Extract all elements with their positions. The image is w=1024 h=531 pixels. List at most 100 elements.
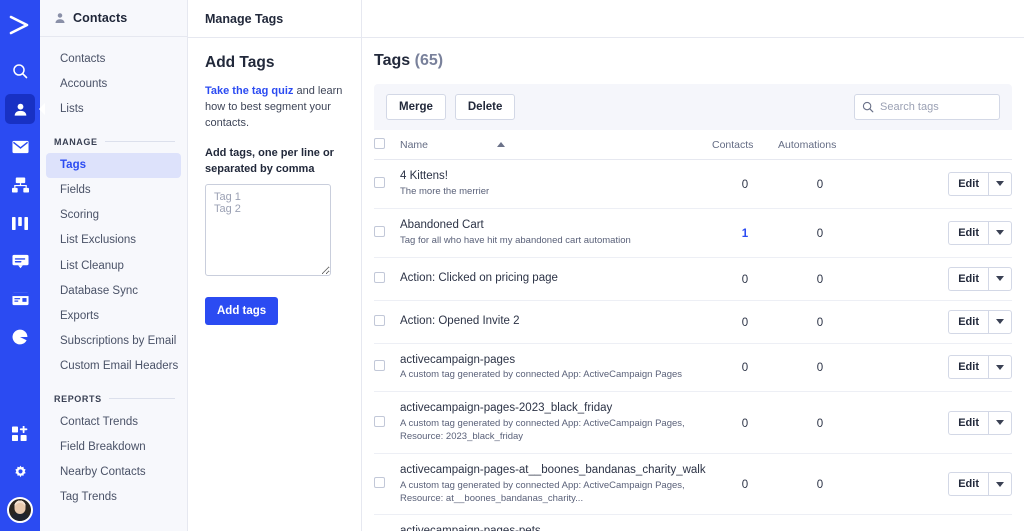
table-row[interactable]: activecampaign-pages-2023_black_friday A … [374,392,1012,454]
sidebar-item-contact-trends[interactable]: Contact Trends [46,410,181,435]
table-row[interactable]: 4 Kittens!The more the merrier00Edit [374,160,1012,209]
tag-name[interactable]: Abandoned Cart [400,218,712,233]
tag-name[interactable]: activecampaign-pages [400,353,712,368]
edit-button[interactable]: Edit [948,172,988,196]
contacts-count-cell: 0 [712,257,778,300]
reports-icon[interactable] [5,322,35,352]
merge-button[interactable]: Merge [386,94,446,120]
edit-button[interactable]: Edit [948,310,988,334]
edit-split-button: Edit [948,310,1012,334]
sidebar-item-field-breakdown[interactable]: Field Breakdown [46,435,181,460]
contacts-person-icon [54,12,66,24]
tags-input-textarea[interactable] [205,184,331,276]
sidebar-item-database-sync[interactable]: Database Sync [46,279,181,304]
edit-dropdown-button[interactable] [988,267,1012,291]
row-checkbox[interactable] [374,177,385,188]
automations-count-cell: 0 [778,453,862,515]
tags-table-wrapper: Name Contacts Automations 4 Kittens!The … [374,130,1012,531]
activecampaign-logo-icon[interactable] [0,8,40,42]
contacts-count: 0 [742,179,748,191]
row-checkbox[interactable] [374,272,385,283]
contacts-icon[interactable] [5,94,35,124]
edit-dropdown-button[interactable] [988,221,1012,245]
sidebar-item-exports[interactable]: Exports [46,304,181,329]
tag-name-cell: activecampaign-pages-petsA custom tag ge… [400,515,712,531]
column-header-name[interactable]: Name [400,130,712,160]
automations-count: 0 [817,317,823,329]
table-row[interactable]: activecampaign-pages-petsA custom tag ge… [374,515,1012,531]
edit-dropdown-button[interactable] [988,172,1012,196]
sort-ascending-icon[interactable] [497,142,505,147]
search-icon[interactable] [5,56,35,86]
edit-dropdown-button[interactable] [988,310,1012,334]
apps-add-icon[interactable] [5,419,35,449]
row-checkbox[interactable] [374,315,385,326]
tag-name[interactable]: Action: Opened Invite 2 [400,314,712,329]
sidebar-item-nearby-contacts[interactable]: Nearby Contacts [46,460,181,485]
chevron-down-icon [996,181,1004,186]
select-all-checkbox[interactable] [374,138,385,149]
sidebar-item-lists[interactable]: Lists [46,97,181,122]
column-header-contacts[interactable]: Contacts [712,130,778,160]
sidebar-item-tag-trends[interactable]: Tag Trends [46,485,181,510]
row-checkbox[interactable] [374,477,385,488]
sidebar-item-fields[interactable]: Fields [46,178,181,203]
sidebar-item-list-exclusions[interactable]: List Exclusions [46,228,181,253]
automations-count: 0 [817,479,823,491]
chevron-down-icon [996,230,1004,235]
edit-dropdown-button[interactable] [988,355,1012,379]
row-checkbox[interactable] [374,226,385,237]
add-tags-button[interactable]: Add tags [205,297,278,325]
table-row[interactable]: Action: Opened Invite 200Edit [374,300,1012,343]
sidebar-item-accounts[interactable]: Accounts [46,72,181,97]
sidebar-item-custom-email-headers[interactable]: Custom Email Headers [46,354,181,379]
row-checkbox[interactable] [374,416,385,427]
main-topbar-spacer [362,0,1024,37]
tag-name[interactable]: activecampaign-pages-pets [400,524,712,531]
chevron-down-icon [996,276,1004,281]
conversations-icon[interactable] [5,246,35,276]
delete-button[interactable]: Delete [455,94,516,120]
row-actions-cell: Edit [862,300,1012,343]
edit-button[interactable]: Edit [948,355,988,379]
table-row[interactable]: Action: Clicked on pricing page00Edit [374,257,1012,300]
column-header-automations[interactable]: Automations [778,130,862,160]
avatar[interactable] [7,497,33,523]
tag-name[interactable]: activecampaign-pages-2023_black_friday [400,401,712,416]
sidebar-item-list-cleanup[interactable]: List Cleanup [46,254,181,279]
tag-name[interactable]: Action: Clicked on pricing page [400,271,712,286]
edit-dropdown-button[interactable] [988,411,1012,435]
sidebar-item-scoring[interactable]: Scoring [46,203,181,228]
sidebar-item-contacts[interactable]: Contacts [46,47,181,72]
edit-button[interactable]: Edit [948,472,988,496]
tags-table-body: 4 Kittens!The more the merrier00EditAban… [374,160,1012,531]
row-checkbox[interactable] [374,360,385,371]
automations-icon[interactable] [5,170,35,200]
contacts-count: 0 [742,362,748,374]
tag-description: A custom tag generated by connected App:… [400,418,712,444]
take-the-tag-quiz-link[interactable]: Take the tag quiz [205,85,293,97]
edit-button[interactable]: Edit [948,411,988,435]
tags-count: (65) [415,52,443,69]
edit-button[interactable]: Edit [948,221,988,245]
table-row[interactable]: activecampaign-pagesA custom tag generat… [374,343,1012,392]
edit-split-button: Edit [948,472,1012,496]
search-tags-input[interactable] [854,94,1000,120]
table-row[interactable]: activecampaign-pages-at__boones_bandanas… [374,453,1012,515]
deals-pipeline-icon[interactable] [5,208,35,238]
edit-button[interactable]: Edit [948,267,988,291]
tag-name[interactable]: 4 Kittens! [400,169,712,184]
table-row[interactable]: Abandoned CartTag for all who have hit m… [374,208,1012,257]
campaigns-email-icon[interactable] [5,132,35,162]
sidebar-item-subscriptions-by-email[interactable]: Subscriptions by Email [46,329,181,354]
sidebar-item-tags[interactable]: Tags [46,153,181,178]
tag-name[interactable]: activecampaign-pages-at__boones_bandanas… [400,463,712,478]
contacts-count-cell: 0 [712,343,778,392]
settings-gear-icon[interactable] [5,457,35,487]
contacts-count-cell: 1 [712,208,778,257]
edit-split-button: Edit [948,221,1012,245]
contacts-count[interactable]: 1 [742,228,748,240]
edit-split-button: Edit [948,355,1012,379]
edit-dropdown-button[interactable] [988,472,1012,496]
website-pages-icon[interactable] [5,284,35,314]
